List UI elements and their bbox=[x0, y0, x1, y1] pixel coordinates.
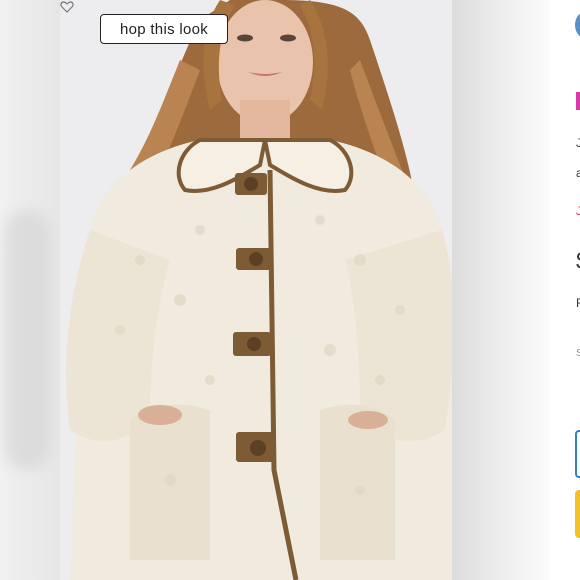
sale-label: J bbox=[576, 204, 580, 218]
previous-image-peek[interactable] bbox=[0, 0, 60, 580]
buy-now-button[interactable] bbox=[575, 490, 580, 538]
detail-text: F bbox=[576, 296, 580, 310]
product-details-panel: J a J $ F S bbox=[550, 0, 580, 580]
listing-title-line-1: J bbox=[576, 136, 580, 150]
price: $ bbox=[576, 248, 580, 276]
brand-name-marker bbox=[576, 92, 580, 110]
offer-button[interactable] bbox=[575, 430, 580, 478]
size-label: S bbox=[576, 348, 580, 359]
heart-icon[interactable] bbox=[60, 0, 74, 14]
model-wearing-sherpa-coat bbox=[60, 0, 452, 580]
listing-title-line-2: a bbox=[576, 166, 580, 180]
previous-image-blur bbox=[4, 210, 50, 470]
shop-this-look-button[interactable]: hop this look bbox=[100, 14, 228, 44]
product-hero-image[interactable]: hop this look bbox=[60, 0, 452, 580]
seller-avatar[interactable] bbox=[575, 12, 580, 38]
